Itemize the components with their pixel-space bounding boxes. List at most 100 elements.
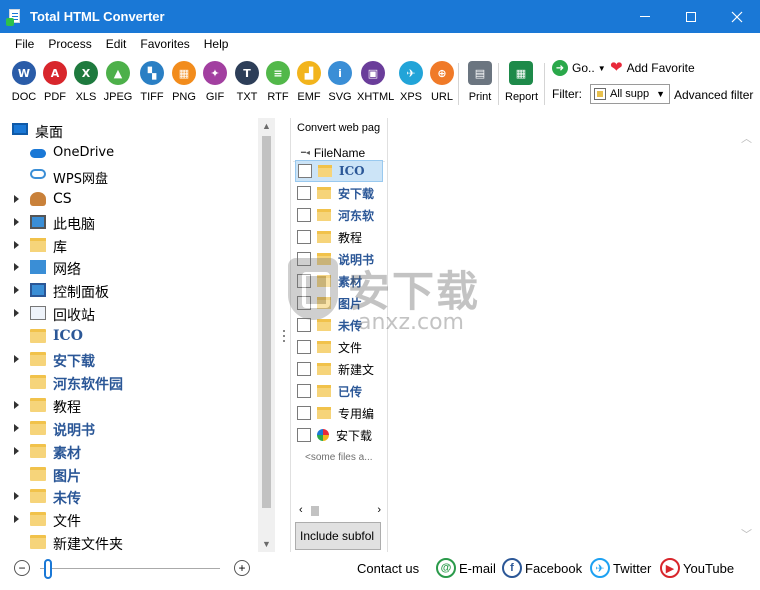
zoom-in-button[interactable]: + [234, 560, 250, 576]
menu-help[interactable]: Help [197, 37, 236, 51]
scroll-left-icon[interactable]: ‹ [299, 504, 303, 516]
svg-button[interactable]: i SVG [324, 61, 356, 107]
file-list-hscrollbar[interactable]: ‹ › [297, 504, 383, 518]
url-button[interactable]: ⊕ URL [426, 61, 458, 107]
file-row[interactable]: ICO [295, 160, 383, 182]
contact-us-link[interactable]: Contact us [357, 561, 419, 576]
scroll-down-icon[interactable]: ▼ [262, 539, 271, 549]
file-checkbox[interactable] [297, 230, 311, 244]
youtube-link[interactable]: ▶ YouTube [660, 558, 734, 578]
file-row[interactable]: 文件 [295, 336, 383, 358]
zoom-slider-thumb[interactable] [44, 559, 52, 579]
tree-item[interactable]: 素材 [0, 440, 258, 462]
tree-item[interactable]: CS [0, 188, 258, 210]
tree-item[interactable]: 河东软件园 [0, 371, 258, 393]
scroll-thumb[interactable] [262, 136, 271, 508]
expand-arrow-icon[interactable] [14, 355, 20, 363]
maximize-button[interactable] [668, 0, 714, 33]
add-favorite-button[interactable]: ❤ Add Favorite [610, 60, 695, 76]
zoom-out-button[interactable]: − [14, 560, 30, 576]
twitter-link[interactable]: ✈ Twitter [590, 558, 651, 578]
close-button[interactable] [714, 0, 760, 33]
include-subfolders-button[interactable]: Include subfol [295, 522, 381, 550]
tree-item[interactable]: 教程 [0, 394, 258, 416]
tree-item[interactable]: 回收站 [0, 302, 258, 324]
tree-item[interactable]: 安下载 [0, 348, 258, 370]
expand-arrow-icon[interactable] [14, 263, 20, 272]
doc-button[interactable]: W DOC [8, 61, 40, 107]
file-checkbox[interactable] [297, 384, 311, 398]
print-button[interactable]: ▤ Print [464, 61, 496, 107]
expand-arrow-icon[interactable] [14, 400, 20, 409]
file-checkbox[interactable] [297, 428, 311, 442]
expand-arrow-icon[interactable] [14, 492, 20, 501]
emf-button[interactable]: ▟ EMF [293, 61, 325, 107]
menu-file[interactable]: File [8, 37, 41, 51]
tree-item[interactable]: WPS网盘 [0, 165, 258, 187]
tree-item[interactable]: 此电脑 [0, 211, 258, 233]
tree-item[interactable]: 桌面 [0, 119, 258, 141]
hscroll-thumb[interactable] [311, 506, 319, 516]
jpeg-button[interactable]: ▲ JPEG [102, 61, 134, 107]
file-checkbox[interactable] [298, 164, 312, 178]
tree-item[interactable]: 库 [0, 234, 258, 256]
png-button[interactable]: ▦ PNG [168, 61, 200, 107]
menu-edit[interactable]: Edit [99, 37, 134, 51]
minimize-button[interactable] [622, 0, 668, 33]
scroll-down-icon[interactable]: ﹀ [741, 526, 752, 542]
expand-arrow-icon[interactable] [14, 286, 20, 295]
tree-item[interactable]: 新建文件夹 [0, 531, 258, 552]
file-checkbox[interactable] [297, 362, 311, 376]
file-checkbox[interactable] [297, 208, 311, 222]
tree-item[interactable]: 网络 [0, 256, 258, 278]
go-button[interactable]: ➜ Go.. ▼ [552, 60, 606, 76]
file-row[interactable]: 河东软 [295, 204, 383, 226]
expand-arrow-icon[interactable] [14, 309, 20, 318]
expand-arrow-icon[interactable] [14, 217, 20, 226]
tree-item[interactable]: 文件 [0, 508, 258, 530]
e-mail-link[interactable]: @ E-mail [436, 558, 496, 578]
tree-scrollbar[interactable]: ▲ ▼ [258, 118, 275, 552]
menu-favorites[interactable]: Favorites [133, 37, 196, 51]
gif-button[interactable]: ✦ GIF [199, 61, 231, 107]
file-row[interactable]: 专用编 [295, 402, 383, 424]
report-button[interactable]: ▦ Report [505, 61, 538, 107]
file-checkbox[interactable] [297, 406, 311, 420]
file-row[interactable]: 教程 [295, 226, 383, 248]
expand-arrow-icon[interactable] [14, 446, 20, 455]
file-checkbox[interactable] [297, 186, 311, 200]
tree-item[interactable]: 控制面板 [0, 279, 258, 301]
convert-web-pages-tab[interactable]: Convert web pag [297, 122, 387, 134]
scroll-up-icon[interactable]: ▲ [262, 121, 271, 131]
file-checkbox[interactable] [297, 340, 311, 354]
tree-item[interactable]: ICO [0, 325, 258, 347]
file-row[interactable]: 已传 [295, 380, 383, 402]
advanced-filter-link[interactable]: Advanced filter [674, 88, 753, 102]
xls-button[interactable]: X XLS [70, 61, 102, 107]
pdf-button[interactable]: A PDF [39, 61, 71, 107]
expand-arrow-icon[interactable] [14, 423, 20, 432]
file-row[interactable]: 新建文 [295, 358, 383, 380]
xps-button[interactable]: ✈ XPS [395, 61, 427, 107]
file-row[interactable]: 安下载 [295, 182, 383, 204]
expand-arrow-icon[interactable] [14, 240, 20, 249]
tree-item[interactable]: OneDrive [0, 142, 258, 164]
xhtml-button[interactable]: ▣ XHTML [357, 61, 394, 107]
tiff-button[interactable]: ▚ TIFF [136, 61, 168, 107]
scroll-right-icon[interactable]: › [377, 504, 381, 516]
rtf-button[interactable]: ≡ RTF [262, 61, 294, 107]
tree-item[interactable]: 图片 [0, 463, 258, 485]
txt-button[interactable]: T TXT [231, 61, 263, 107]
scroll-up-icon[interactable]: ︿ [741, 130, 752, 146]
tree-item[interactable]: 说明书 [0, 417, 258, 439]
file-row[interactable]: 安下载 [295, 424, 383, 446]
expand-arrow-icon[interactable] [14, 515, 20, 524]
expand-arrow-icon[interactable] [14, 194, 20, 203]
tree-item[interactable]: 未传 [0, 485, 258, 507]
panel-splitter[interactable] [283, 330, 286, 350]
menu-process[interactable]: Process [41, 37, 98, 51]
preview-scrollbar[interactable]: ︿ ﹀ [738, 118, 755, 552]
filter-select[interactable]: All supp ▼ [590, 84, 670, 104]
zoom-slider-track[interactable] [40, 568, 220, 569]
facebook-link[interactable]: f Facebook [502, 558, 582, 578]
